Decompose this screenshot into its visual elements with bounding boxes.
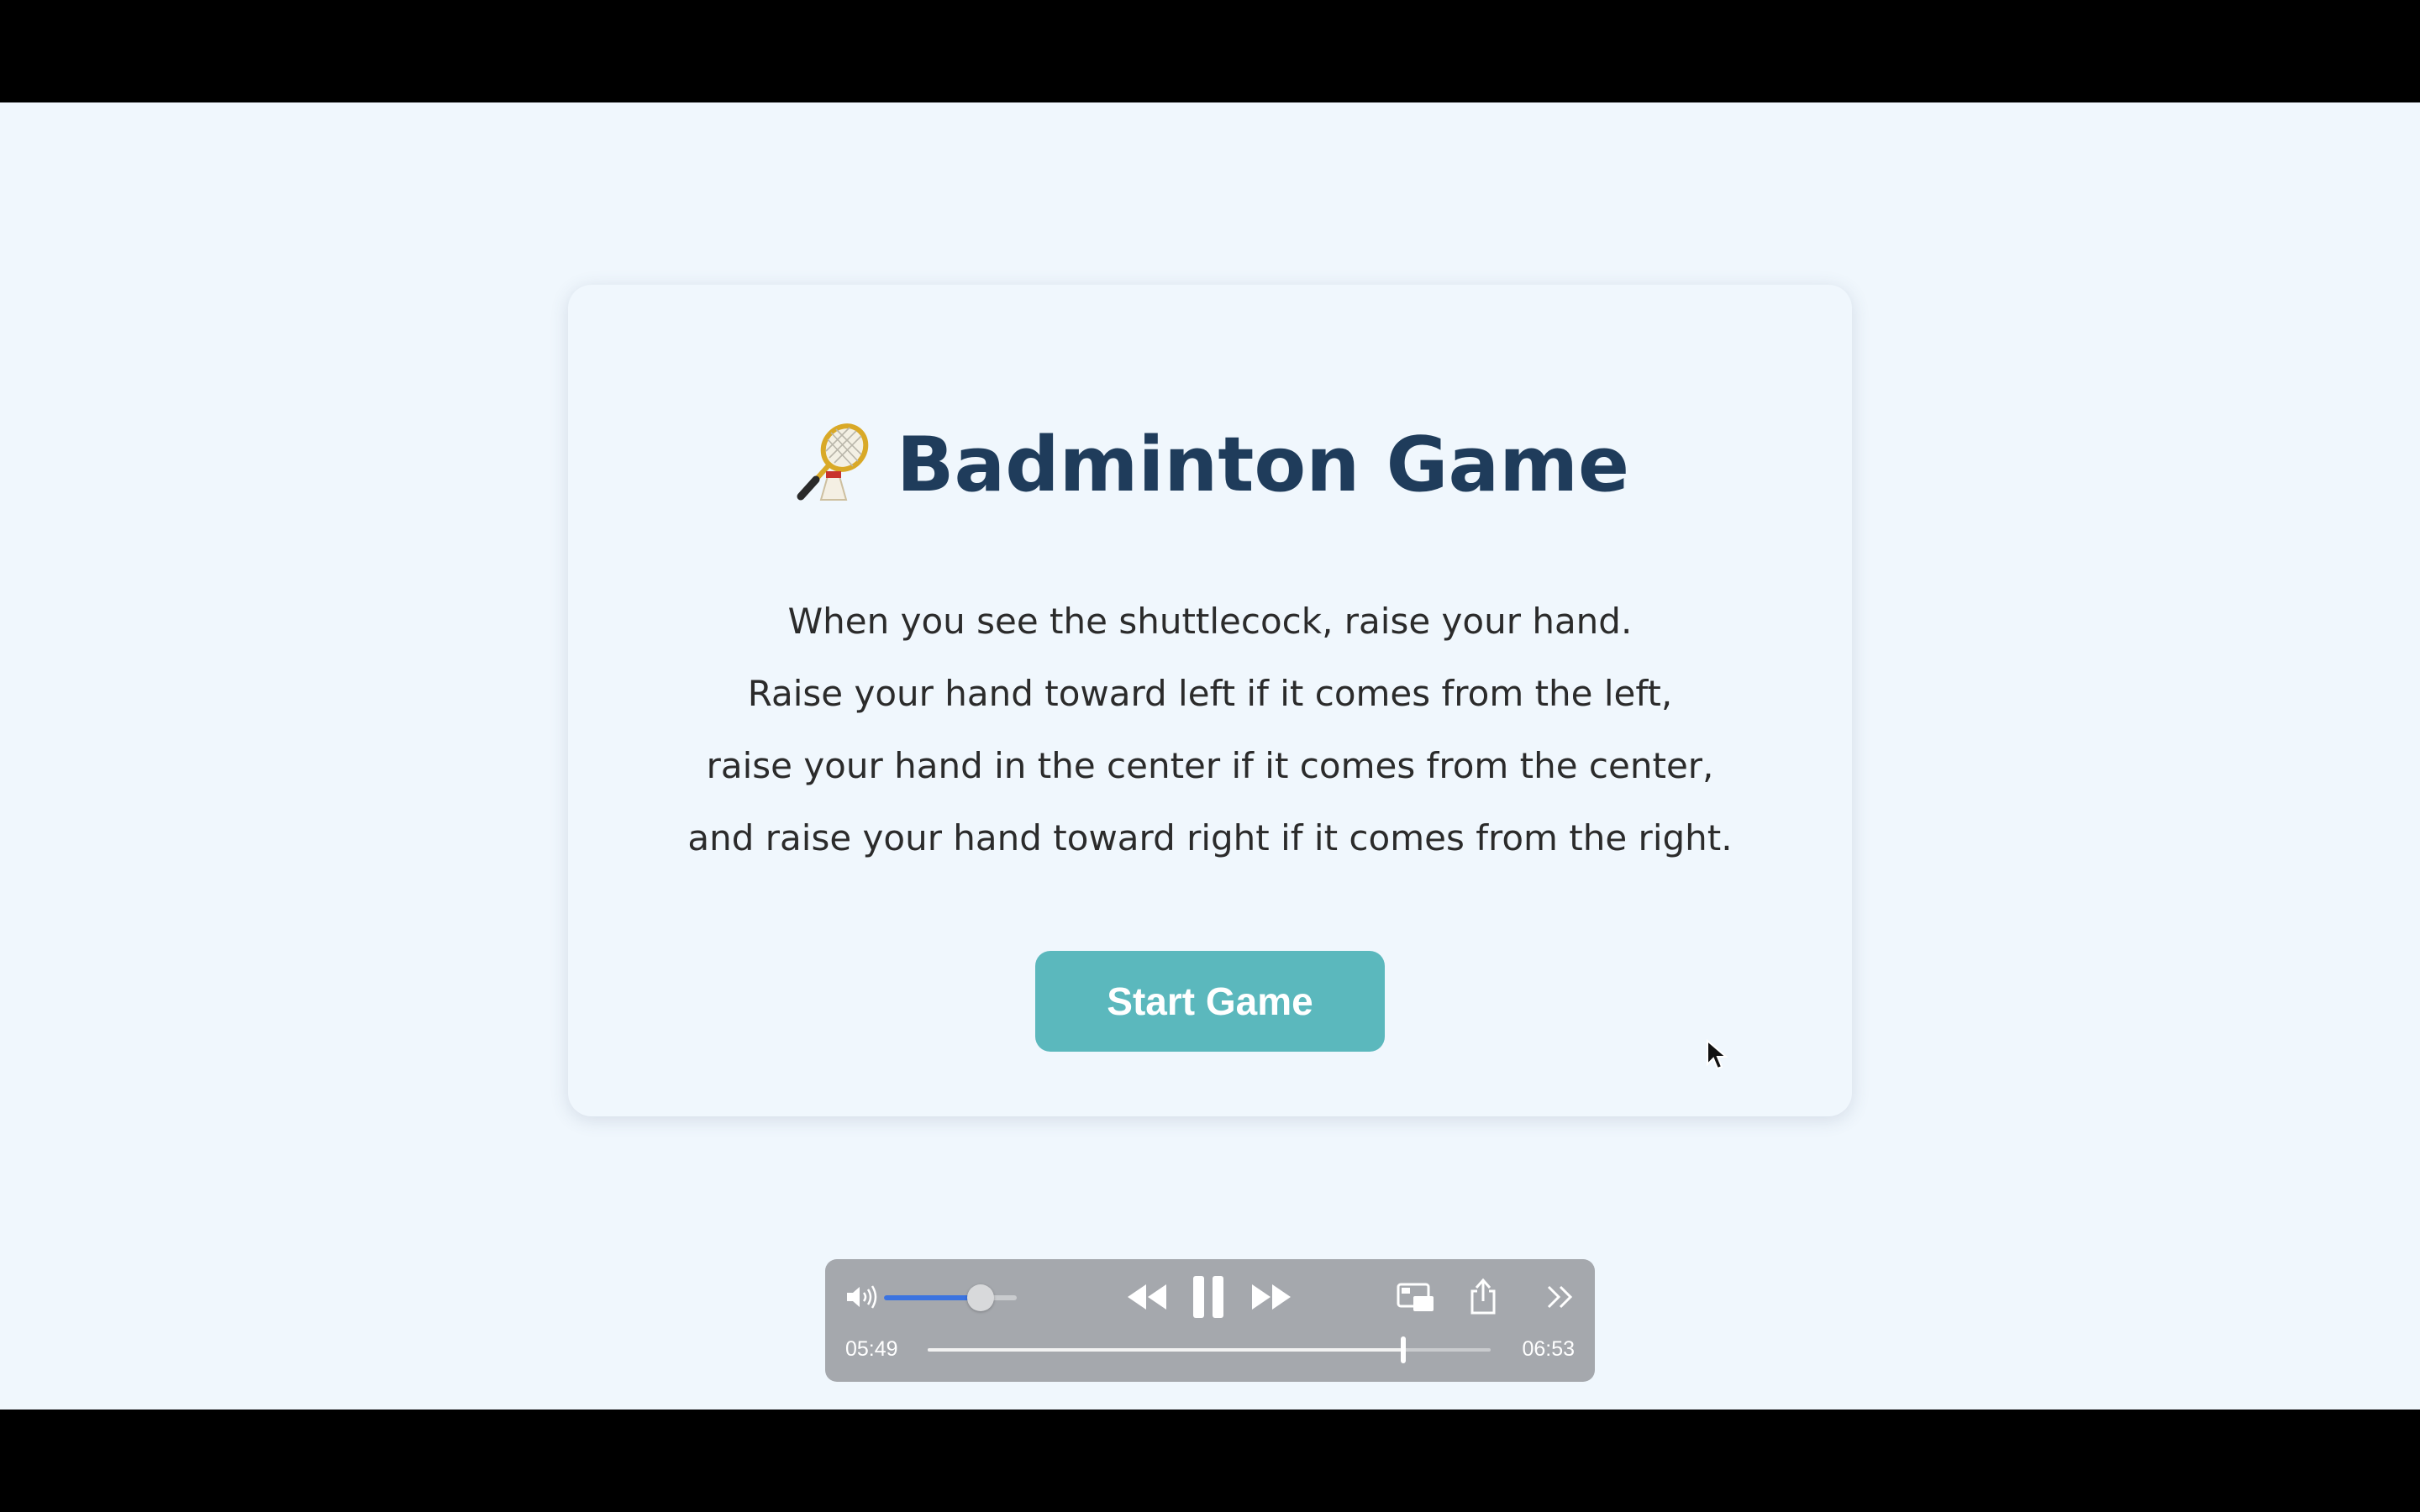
volume-icon[interactable]	[845, 1284, 879, 1310]
share-icon[interactable]	[1469, 1278, 1497, 1315]
instruction-line: raise your hand in the center if it come…	[706, 745, 1714, 786]
start-game-button[interactable]: Start Game	[1035, 951, 1385, 1052]
game-card: Badminton Game When you see the shuttlec…	[568, 285, 1852, 1116]
elapsed-time: 05:49	[845, 1337, 898, 1361]
volume-slider-knob[interactable]	[967, 1284, 995, 1311]
letterbox-top	[0, 0, 2420, 102]
letterbox-bottom	[0, 1410, 2420, 1512]
instruction-line: and raise your hand toward right if it c…	[687, 817, 1733, 858]
video-frame: Badminton Game When you see the shuttlec…	[0, 102, 2420, 1410]
badminton-racket-icon	[797, 423, 869, 501]
instruction-line: When you see the shuttlecock, raise your…	[787, 601, 1633, 642]
progress-bar[interactable]	[928, 1348, 1491, 1352]
picture-in-picture-icon[interactable]	[1397, 1283, 1435, 1313]
pause-icon[interactable]	[1192, 1274, 1225, 1320]
total-time: 06:53	[1522, 1337, 1575, 1361]
instruction-line: Raise your hand toward left if it comes …	[747, 673, 1673, 714]
volume-level	[884, 1295, 981, 1300]
progress-handle[interactable]	[1401, 1336, 1407, 1363]
more-icon[interactable]	[1546, 1284, 1575, 1310]
media-controls: 05:49 06:53	[825, 1259, 1595, 1382]
progress-fill	[928, 1348, 1404, 1352]
volume-slider[interactable]	[884, 1295, 1017, 1300]
rewind-icon[interactable]	[1126, 1283, 1168, 1311]
fast-forward-icon[interactable]	[1250, 1283, 1292, 1311]
title-text: Badminton Game	[896, 421, 1630, 509]
page-title: Badminton Game	[568, 419, 1852, 512]
mouse-pointer-icon	[1707, 1039, 1728, 1070]
instructions: When you see the shuttlecock, raise your…	[568, 585, 1852, 874]
